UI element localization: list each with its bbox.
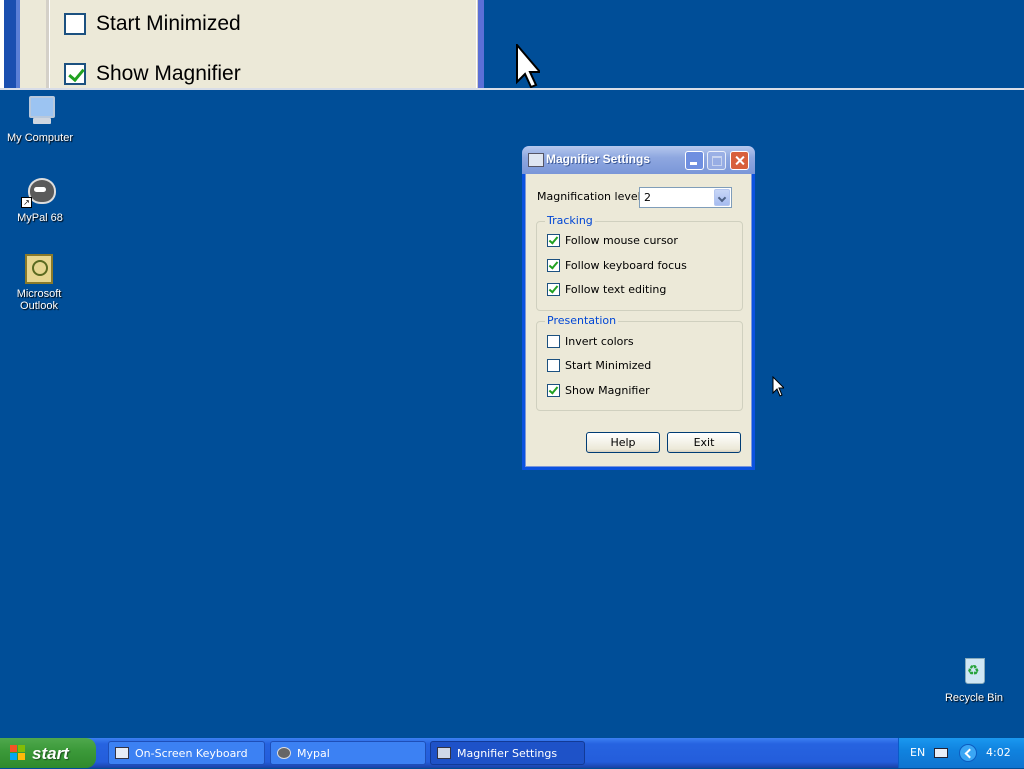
magnified-start-minimized: Start Minimized	[64, 12, 241, 36]
taskbar-item-label: Mypal	[297, 746, 330, 760]
magnification-level-value: 2	[644, 191, 651, 204]
outlook-icon	[25, 254, 53, 284]
start-button[interactable]: start	[0, 738, 96, 768]
clock[interactable]: 4:02	[986, 746, 1011, 759]
follow-text-editing-option[interactable]: Follow text editing	[547, 283, 666, 296]
exit-button[interactable]: Exit	[667, 432, 741, 453]
mypal-icon: ↗	[21, 174, 57, 208]
shortcut-arrow-icon: ↗	[21, 197, 32, 208]
mouse-cursor-icon	[772, 376, 784, 397]
taskbar-item-label: On-Screen Keyboard	[135, 746, 248, 760]
tracking-group: Tracking Follow mouse cursor Follow keyb…	[536, 214, 743, 311]
desktop-icon-label: Microsoft Outlook	[16, 288, 62, 312]
taskbar-item-mypal[interactable]: Mypal	[270, 741, 426, 765]
show-magnifier-checkbox[interactable]	[547, 384, 560, 397]
magnified-label: Start Minimized	[96, 12, 241, 35]
magnifier-icon	[437, 747, 451, 759]
taskbar: start On-Screen Keyboard Mypal Magnifier…	[0, 738, 1024, 768]
start-label: start	[32, 744, 69, 763]
desktop-icon-label: MyPal 68	[17, 212, 63, 224]
chevron-down-icon[interactable]	[714, 189, 730, 206]
magnified-window-frame-right	[478, 0, 484, 88]
mypal-icon	[277, 747, 291, 759]
taskbar-item-magnifier-settings[interactable]: Magnifier Settings	[430, 741, 585, 765]
checkbox-label: Follow mouse cursor	[565, 234, 678, 247]
magnifier-settings-window: Magnifier Settings Magnification level: …	[522, 146, 755, 470]
desktop-icon-mypal[interactable]: ↗ MyPal 68	[0, 174, 80, 224]
magnification-level-select[interactable]: 2	[639, 187, 732, 208]
magnifier-icon	[528, 153, 544, 167]
magnified-group-border-left	[46, 0, 50, 88]
follow-text-editing-checkbox[interactable]	[547, 283, 560, 296]
close-button[interactable]	[730, 151, 749, 170]
magnified-label: Show Magnifier	[96, 62, 241, 85]
checkbox-label: Show Magnifier	[565, 384, 650, 397]
checkbox-label: Start Minimized	[565, 359, 652, 372]
presentation-group: Presentation Invert colors Start Minimiz…	[536, 314, 743, 411]
windows-logo-icon	[10, 745, 26, 761]
system-tray: EN 4:02	[898, 738, 1024, 768]
taskbar-item-on-screen-keyboard[interactable]: On-Screen Keyboard	[108, 741, 265, 765]
show-hidden-icons-button[interactable]	[959, 744, 977, 762]
invert-colors-checkbox[interactable]	[547, 335, 560, 348]
invert-colors-option[interactable]: Invert colors	[547, 335, 634, 348]
magnified-show-magnifier: Show Magnifier	[64, 62, 241, 86]
magnified-cursor-icon	[516, 44, 540, 88]
magnification-level-label: Magnification level:	[537, 190, 645, 203]
taskbar-item-label: Magnifier Settings	[457, 746, 558, 760]
checkbox-label: Follow text editing	[565, 283, 667, 296]
follow-mouse-cursor-checkbox[interactable]	[547, 234, 560, 247]
keyboard-layout-icon[interactable]	[934, 748, 948, 758]
checkbox-label: Follow keyboard focus	[565, 259, 687, 272]
follow-keyboard-focus-checkbox[interactable]	[547, 259, 560, 272]
maximize-button[interactable]	[707, 151, 726, 170]
recycle-bin-icon	[957, 654, 991, 688]
desktop-icon-label: Recycle Bin	[944, 692, 1004, 704]
follow-keyboard-focus-option[interactable]: Follow keyboard focus	[547, 259, 687, 272]
start-minimized-option[interactable]: Start Minimized	[547, 359, 651, 372]
tracking-group-title: Tracking	[545, 214, 595, 227]
window-titlebar[interactable]: Magnifier Settings	[522, 146, 755, 174]
desktop-icon-outlook[interactable]: Microsoft Outlook	[0, 254, 80, 312]
desktop-icon-label: My Computer	[6, 132, 74, 144]
magnified-checkbox	[64, 63, 86, 85]
presentation-group-title: Presentation	[545, 314, 619, 327]
desktop-icon-my-computer[interactable]: My Computer	[0, 94, 80, 144]
keyboard-icon	[115, 747, 129, 759]
window-title: Magnifier Settings	[546, 152, 651, 166]
magnified-checkbox	[64, 13, 86, 35]
my-computer-icon	[23, 94, 57, 128]
magnification-level-row: Magnification level:	[537, 190, 644, 203]
magnifier-view-pane: Start Minimized Show Magnifier	[0, 0, 1024, 90]
minimize-button[interactable]	[685, 151, 704, 170]
language-indicator[interactable]: EN	[910, 746, 925, 759]
show-magnifier-option[interactable]: Show Magnifier	[547, 384, 650, 397]
follow-mouse-cursor-option[interactable]: Follow mouse cursor	[547, 234, 678, 247]
start-minimized-checkbox[interactable]	[547, 359, 560, 372]
help-button[interactable]: Help	[586, 432, 660, 453]
desktop-icon-recycle-bin[interactable]: Recycle Bin	[934, 654, 1014, 704]
window-client-area: Magnification level: 2 Tracking Follow m…	[525, 174, 752, 467]
checkbox-label: Invert colors	[565, 335, 634, 348]
